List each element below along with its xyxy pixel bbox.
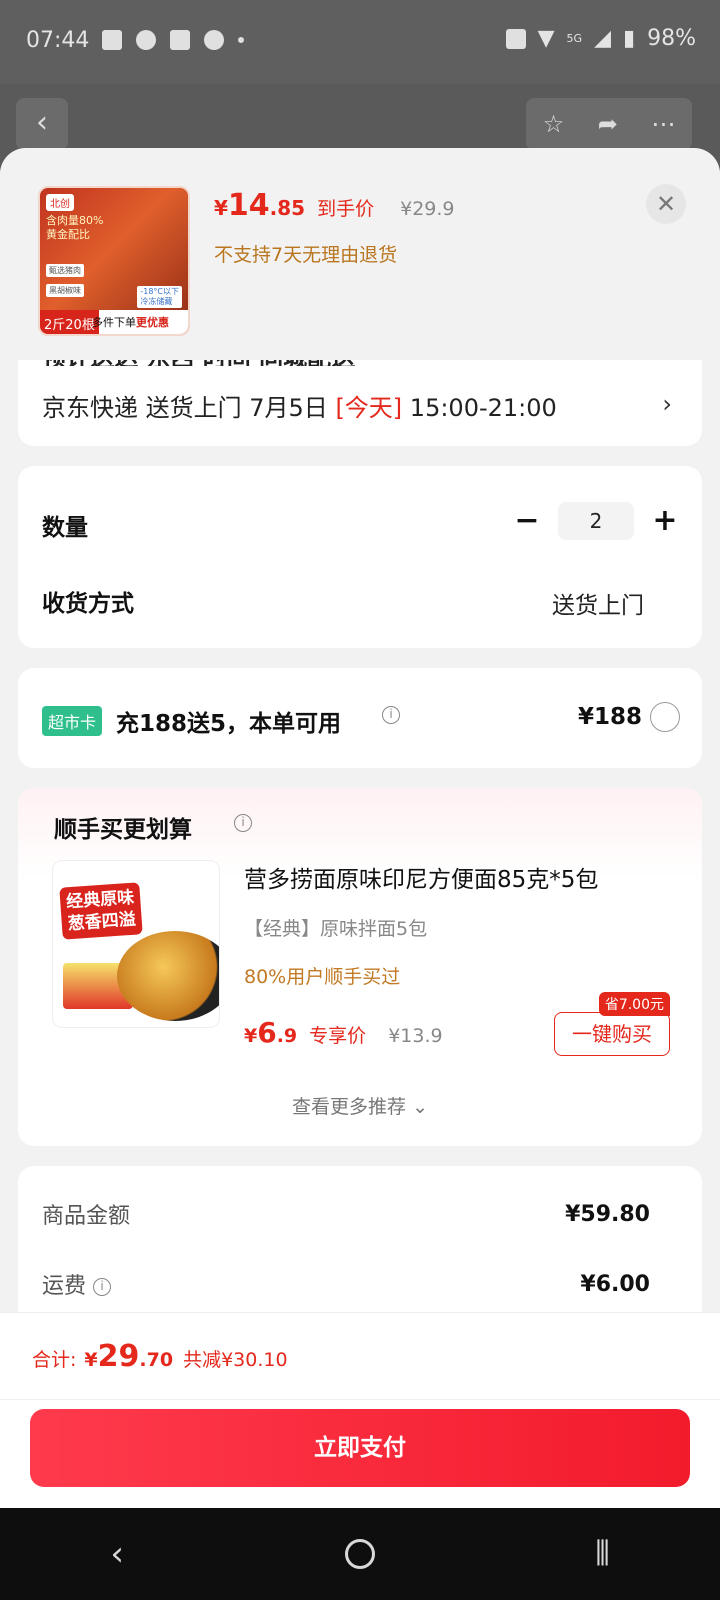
member-card-badge: 超市卡 [42, 706, 103, 736]
chevron-down-icon: ⌄ [412, 1096, 428, 1118]
addon-price: ¥6.9 专享价 ¥13.9 [244, 1016, 443, 1049]
addon-price-tag: 专享价 [309, 1025, 367, 1047]
info-icon[interactable]: i [234, 814, 252, 832]
noodle-bowl-image [117, 931, 219, 1021]
order-options-card: 数量 − 2 + 收货方式 送货上门 [18, 466, 702, 648]
product-thumbnail[interactable]: 北创 含肉量80% 黄金配比 甄选猪肉 黑胡椒味 -18°C以下 冷冻储藏 2斤… [38, 186, 190, 336]
shipping-label: 收货方式 [42, 591, 134, 617]
addon-product-spec: 【经典】原味拌面5包 [244, 918, 428, 940]
chevron-right-icon[interactable]: › [662, 390, 672, 418]
battery-level: 98% [647, 26, 696, 51]
status-bar: 07:44 ▼ 5G ◢ ▮ 98% [0, 0, 720, 84]
return-policy: 不支持7天无理由退货 [214, 244, 398, 266]
price-tag: 到手价 [317, 198, 375, 220]
addon-image-badge: 经典原味 葱香四溢 [59, 882, 143, 940]
total-saved: 共减¥30.10 [183, 1349, 288, 1371]
order-total: 合计: ¥29.70 共减¥30.10 [32, 1339, 288, 1374]
addon-product-image[interactable]: 经典原味 葱香四溢 [52, 860, 220, 1028]
quantity-input[interactable]: 2 [558, 502, 634, 540]
delivery-carrier: 京东快递 送货上门 7月5日 [42, 394, 336, 422]
more-icon[interactable]: ⋯ [651, 110, 675, 138]
share-icon[interactable]: ➦ [598, 110, 618, 138]
shipping-method[interactable]: 送货上门 [552, 586, 644, 620]
product-header: 北创 含肉量80% 黄金配比 甄选猪肉 黑胡椒味 -18°C以下 冷冻储藏 2斤… [0, 148, 720, 360]
original-price: ¥29.9 [400, 198, 455, 220]
addon-original-price: ¥13.9 [388, 1025, 443, 1047]
addon-card: 顺手买更划算 i 经典原味 葱香四溢 营多捞面原味印尼方便面85克*5包 【经典… [18, 788, 702, 1146]
brand-logo: 北创 [46, 194, 74, 211]
nfc-icon [505, 28, 526, 49]
shipping-fee-value: ¥6.00 [580, 1272, 650, 1297]
page-actions: ☆ ➦ ⋯ [526, 98, 692, 150]
checkout-bar: 合计: ¥29.70 共减¥30.10 立即支付 [0, 1312, 720, 1508]
wifi-icon: ▼ [537, 26, 555, 51]
status-time: 07:44 [26, 28, 90, 53]
close-button[interactable]: ✕ [646, 184, 686, 224]
pay-now-button[interactable]: 立即支付 [30, 1409, 690, 1487]
favorite-icon[interactable]: ☆ [543, 110, 565, 138]
nav-home-icon[interactable] [344, 1539, 375, 1569]
goods-amount-value: ¥59.80 [565, 1202, 650, 1227]
increase-button[interactable]: + [652, 506, 678, 536]
divider [0, 1399, 720, 1400]
battery-icon: ▮ [622, 26, 636, 51]
checkout-sheet: 预计送达 东西 时间 同城配送 京东快递 送货上门 7月5日 [今天] 15:0… [0, 148, 720, 1508]
nav-back-icon[interactable]: ‹ [110, 1534, 124, 1574]
thumb-promo: 多件下单更优惠 [92, 316, 169, 329]
addon-purchase-rate: 80%用户顺手买过 [244, 966, 401, 988]
more-recommendations-link[interactable]: 查看更多推荐 ⌄ [18, 1092, 702, 1119]
quantity-stepper[interactable]: − 2 + [514, 502, 678, 540]
system-nav-bar: ‹ ⫴ [0, 1508, 720, 1600]
save-tag: 省7.00元 [598, 992, 670, 1016]
delivery-time-slot: 15:00-21:00 [402, 394, 557, 422]
goods-amount-label: 商品金额 [42, 1204, 131, 1229]
quantity-label: 数量 [42, 515, 88, 541]
member-card-text: 充188送5，本单可用 [116, 711, 342, 737]
system-icons: ▼ 5G ◢ ▮ 98% [505, 26, 696, 51]
more-dot-icon [238, 37, 244, 43]
member-card-radio[interactable] [650, 702, 680, 732]
shipping-fee-label: 运费 i [42, 1268, 112, 1300]
member-card-price: ¥188 [577, 704, 642, 730]
total-label: 合计: [32, 1349, 77, 1371]
one-click-buy-button[interactable]: 一键购买 [554, 1012, 670, 1056]
info-icon[interactable]: i [93, 1278, 112, 1296]
addon-product-name[interactable]: 营多捞面原味印尼方便面85克*5包 [244, 860, 598, 894]
back-button[interactable]: ‹ [16, 98, 68, 150]
calendar-icon [204, 30, 224, 50]
network-label: 5G [566, 32, 583, 45]
member-card-offer[interactable]: 超市卡 充188送5，本单可用 i ¥188 [18, 668, 702, 768]
mail-icon [170, 30, 190, 50]
signal-icon: ◢ [594, 26, 611, 51]
nav-recents-icon[interactable]: ⫴ [595, 1534, 609, 1574]
delivery-today: [今天] [335, 394, 403, 422]
addon-section-title: 顺手买更划算 [54, 817, 192, 843]
product-price: ¥14.85 到手价 ¥29.9 [214, 188, 455, 223]
wechat-icon [136, 30, 156, 50]
notes-icon [102, 30, 122, 50]
thumb-quantity: 2斤20根 [40, 310, 99, 334]
info-icon[interactable]: i [382, 706, 400, 724]
thumb-headline: 含肉量80% 黄金配比 [46, 214, 104, 241]
decrease-button[interactable]: − [514, 506, 540, 536]
delivery-info: 京东快递 送货上门 7月5日 [今天] 15:00-21:00 [42, 388, 557, 423]
notification-icons [102, 30, 244, 50]
